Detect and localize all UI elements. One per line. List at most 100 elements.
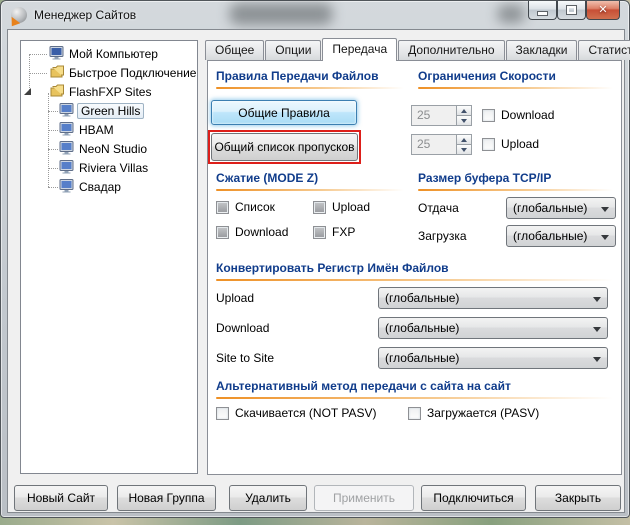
checkbox-modez-list[interactable] [216, 201, 229, 214]
not-pasv-label: Скачивается (NOT PASV) [235, 406, 377, 420]
tcp-send-label: Отдача [418, 201, 459, 215]
tab-statistics[interactable]: Статистика [578, 40, 630, 60]
maximize-icon [567, 6, 576, 14]
chevron-down-icon [593, 357, 601, 362]
tab-options[interactable]: Опции [265, 40, 321, 60]
checkbox-download-limit[interactable] [482, 109, 495, 122]
tree-item-green-hills[interactable]: Green Hills [21, 102, 197, 120]
tree-item-flashfxp-sites[interactable]: FlashFXP Sites [21, 83, 197, 101]
section-title-speed-limits: Ограничения Скорости [418, 69, 556, 83]
site-monitor-icon [59, 179, 75, 196]
site-monitor-icon [59, 103, 75, 120]
titlebar[interactable]: Менеджер Сайтов ✕ [1, 1, 629, 29]
tree-item-label: HBAM [79, 123, 114, 137]
checkbox-not-pasv[interactable] [216, 407, 229, 420]
glass-reflection [229, 3, 333, 25]
combo-value: (глобальные) [385, 291, 459, 305]
maximize-button[interactable] [557, 1, 586, 20]
case-site-to-site-select[interactable]: (глобальные) [378, 347, 608, 369]
spin-down-icon [461, 119, 467, 123]
tree-item-hbam[interactable]: HBAM [21, 121, 197, 139]
tab-general[interactable]: Общее [205, 40, 264, 60]
tree-item-riviera-villas[interactable]: Riviera Villas [21, 159, 197, 177]
transfer-tab-page: Правила Передачи Файлов Ограничения Скор… [207, 60, 622, 475]
case-site-to-site-label: Site to Site [216, 351, 274, 365]
tab-transfer[interactable]: Передача [322, 38, 397, 61]
section-underline [418, 87, 613, 89]
new-group-button[interactable]: Новая Группа [117, 485, 216, 511]
tree-expanded-icon[interactable] [24, 88, 31, 95]
delete-button[interactable]: Удалить [229, 485, 307, 511]
modez-list-label: Список [235, 200, 275, 214]
checkbox-upload-limit[interactable] [482, 138, 495, 151]
modez-download-label: Download [235, 225, 288, 239]
combo-value: (глобальные) [385, 321, 459, 335]
tree-item-quick-connect[interactable]: Быстрое Подключение [21, 64, 197, 82]
tree-item-label: Мой Компьютер [69, 47, 158, 61]
checkbox-modez-fxp[interactable] [313, 226, 326, 239]
minimize-button[interactable] [528, 1, 557, 20]
tcp-receive-select[interactable]: (глобальные) [506, 225, 616, 247]
section-underline [216, 279, 613, 281]
computer-icon [49, 46, 65, 63]
tcp-receive-label: Загрузка [418, 229, 467, 243]
tree-item-label: NeoN Studio [79, 142, 147, 156]
dialog-client-area: Мой Компьютер Быстрое Подключение FlashF… [7, 29, 625, 513]
site-manager-window: Менеджер Сайтов ✕ Мой Компьютер [0, 0, 630, 518]
chevron-down-icon [601, 235, 609, 240]
tree-item-label: Быстрое Подключение [69, 66, 196, 80]
spin-down-icon [461, 148, 467, 152]
close-button[interactable]: Закрыть [535, 485, 621, 511]
site-tree[interactable]: Мой Компьютер Быстрое Подключение FlashF… [20, 40, 198, 474]
tree-item-label: Riviera Villas [79, 161, 148, 175]
case-upload-select[interactable]: (глобальные) [378, 287, 608, 309]
combo-value: (глобальные) [513, 201, 587, 215]
modez-upload-label: Upload [332, 200, 370, 214]
spin-up-icon [461, 138, 467, 142]
upload-limit-label: Upload [501, 137, 539, 151]
window-title: Менеджер Сайтов [34, 8, 136, 22]
apply-button[interactable]: Применить [314, 485, 414, 511]
checkbox-modez-upload[interactable] [313, 201, 326, 214]
checkbox-modez-download[interactable] [216, 226, 229, 239]
section-title-transfer-rules: Правила Передачи Файлов [216, 69, 378, 83]
case-download-select[interactable]: (глобальные) [378, 317, 608, 339]
chevron-down-icon [593, 327, 601, 332]
section-title-tcp-buffer: Размер буфера TCP/IP [418, 171, 551, 185]
close-icon: ✕ [598, 2, 607, 19]
section-title-compression: Сжатие (MODE Z) [216, 171, 318, 185]
section-underline [216, 189, 404, 191]
tree-item-label: FlashFXP Sites [69, 85, 151, 99]
combo-value: (глобальные) [385, 351, 459, 365]
upload-limit-input[interactable]: 25 [411, 134, 457, 155]
section-underline [216, 397, 613, 399]
case-download-label: Download [216, 321, 269, 335]
spin-up-icon [461, 109, 467, 113]
download-limit-input[interactable]: 25 [411, 105, 457, 126]
tcp-send-select[interactable]: (глобальные) [506, 197, 616, 219]
modez-fxp-label: FXP [332, 225, 355, 239]
tab-bookmarks[interactable]: Закладки [506, 40, 578, 60]
spin-down-button[interactable] [456, 115, 472, 126]
connect-button[interactable]: Подключиться [421, 485, 526, 511]
tree-item-label: Свадар [79, 180, 121, 194]
combo-value: (глобальные) [513, 229, 587, 243]
section-underline [216, 87, 404, 89]
download-limit-label: Download [501, 108, 554, 122]
new-site-button[interactable]: Новый Сайт [14, 485, 108, 511]
spin-down-button[interactable] [456, 144, 472, 155]
section-title-case-convert: Конвертировать Регистр Имён Файлов [216, 261, 449, 275]
tab-advanced[interactable]: Дополнительно [398, 40, 504, 60]
close-window-button[interactable]: ✕ [586, 1, 620, 20]
general-rules-button[interactable]: Общие Правила [211, 100, 357, 125]
tree-item-neon-studio[interactable]: NeoN Studio [21, 140, 197, 158]
tree-item-my-computer[interactable]: Мой Компьютер [21, 45, 197, 63]
folder-icon [49, 84, 65, 100]
chevron-down-icon [601, 207, 609, 212]
site-monitor-icon [59, 160, 75, 177]
skip-list-button[interactable]: Общий список пропусков [211, 133, 358, 161]
tab-strip: Общее Опции Передача Дополнительно Закла… [205, 37, 630, 60]
checkbox-pasv[interactable] [408, 407, 421, 420]
tree-item-svadar[interactable]: Свадар [21, 178, 197, 196]
glass-reflection [497, 5, 525, 23]
